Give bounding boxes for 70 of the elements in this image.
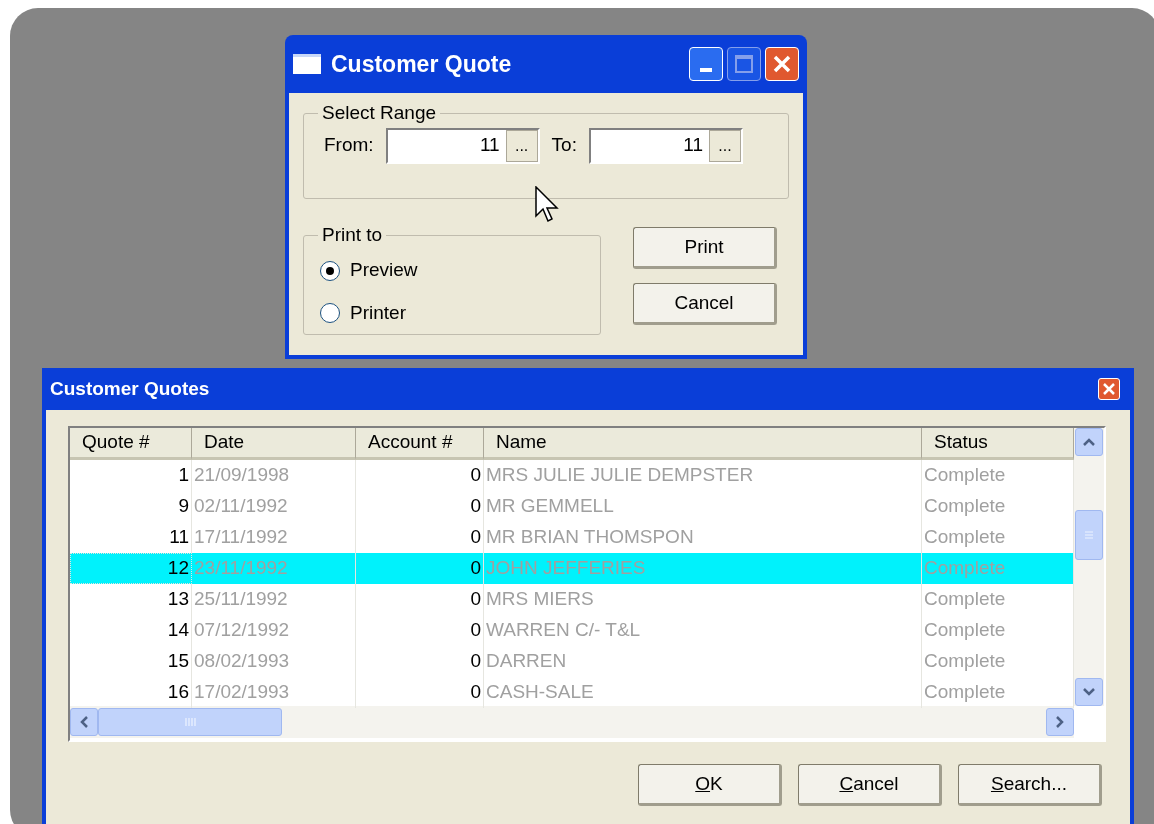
table-cell: 0 xyxy=(356,491,484,522)
minimize-icon xyxy=(700,68,712,72)
chevron-left-icon xyxy=(79,715,89,729)
dialog-button[interactable]: OK xyxy=(638,764,782,806)
table-row[interactable]: 12 23/11/1992 0 JOHN JEFFERIES Complete xyxy=(70,553,1074,584)
table-cell: 12 xyxy=(70,553,192,584)
browse-button[interactable]: ... xyxy=(505,129,538,162)
table-cell: 9 xyxy=(70,491,192,522)
close-button[interactable] xyxy=(1098,378,1120,400)
column-header[interactable]: Account # xyxy=(356,428,484,460)
browse-button[interactable]: ... xyxy=(708,129,741,162)
table-cell: 1 xyxy=(70,460,192,491)
table-cell: JOHN JEFFERIES xyxy=(484,553,922,584)
group-label: Select Range xyxy=(321,101,438,125)
table-cell: MRS MIERS xyxy=(484,584,922,615)
table-cell: MRS JULIE JULIE DEMPSTER xyxy=(484,460,922,491)
from-field[interactable]: 11 ... xyxy=(385,127,540,164)
table-cell: 0 xyxy=(356,553,484,584)
table-cell: 14 xyxy=(70,615,192,646)
column-header[interactable]: Status xyxy=(922,428,1074,460)
radio-button[interactable] xyxy=(320,303,340,323)
scroll-right-button[interactable] xyxy=(1046,708,1074,736)
table-cell: 15 xyxy=(70,646,192,677)
chevron-up-icon xyxy=(1082,437,1096,447)
radio-button[interactable] xyxy=(320,260,340,281)
minimize-button[interactable] xyxy=(689,47,723,81)
table-cell: 23/11/1992 xyxy=(192,553,356,584)
table-cell: MR GEMMELL xyxy=(484,491,922,522)
vertical-scrollbar[interactable] xyxy=(1074,428,1104,706)
close-icon xyxy=(772,54,792,74)
table-cell: DARREN xyxy=(484,646,922,677)
table-cell: 13 xyxy=(70,584,192,615)
grip-icon xyxy=(184,717,196,727)
window-title: Customer Quote xyxy=(331,49,513,79)
group-label: Print to xyxy=(321,223,384,247)
dialog-button[interactable]: Print xyxy=(633,227,777,269)
scroll-down-button[interactable] xyxy=(1075,678,1103,706)
window-title: Customer Quotes xyxy=(50,376,211,401)
column-header[interactable]: Date xyxy=(192,428,356,460)
table-cell: 21/09/1998 xyxy=(192,460,356,491)
table-cell: 0 xyxy=(356,584,484,615)
table-cell: WARREN C/- T&L xyxy=(484,615,922,646)
chevron-right-icon xyxy=(1055,715,1065,729)
scroll-up-button[interactable] xyxy=(1075,428,1103,456)
dialog-button[interactable]: Search... xyxy=(958,764,1102,806)
radio-option[interactable]: Printer xyxy=(320,298,584,328)
to-label: To: xyxy=(551,133,577,158)
column-header[interactable]: Quote # xyxy=(70,428,192,460)
horizontal-scrollbar[interactable] xyxy=(70,706,1074,738)
table-cell: 02/11/1992 xyxy=(192,491,356,522)
radio-option[interactable]: Preview xyxy=(320,256,584,285)
scroll-thumb[interactable] xyxy=(98,708,282,736)
chevron-down-icon xyxy=(1082,687,1096,697)
table-cell: 08/02/1993 xyxy=(192,646,356,677)
from-label: From: xyxy=(324,133,374,158)
to-field[interactable]: 11 ... xyxy=(588,127,743,164)
table-cell: 0 xyxy=(356,460,484,491)
dialog-button[interactable]: Cancel xyxy=(633,283,777,325)
column-header[interactable]: Name xyxy=(484,428,922,460)
window-icon xyxy=(293,54,321,74)
close-button[interactable] xyxy=(765,47,799,81)
table-cell: 07/12/1992 xyxy=(192,615,356,646)
maximize-icon xyxy=(734,54,754,74)
table-cell: 0 xyxy=(356,646,484,677)
table-cell: 0 xyxy=(356,615,484,646)
close-icon xyxy=(1103,383,1115,395)
scroll-thumb[interactable] xyxy=(1075,510,1103,560)
dialog-button[interactable]: Cancel xyxy=(798,764,942,806)
scroll-left-button[interactable] xyxy=(70,708,98,736)
table-cell: 25/11/1992 xyxy=(192,584,356,615)
